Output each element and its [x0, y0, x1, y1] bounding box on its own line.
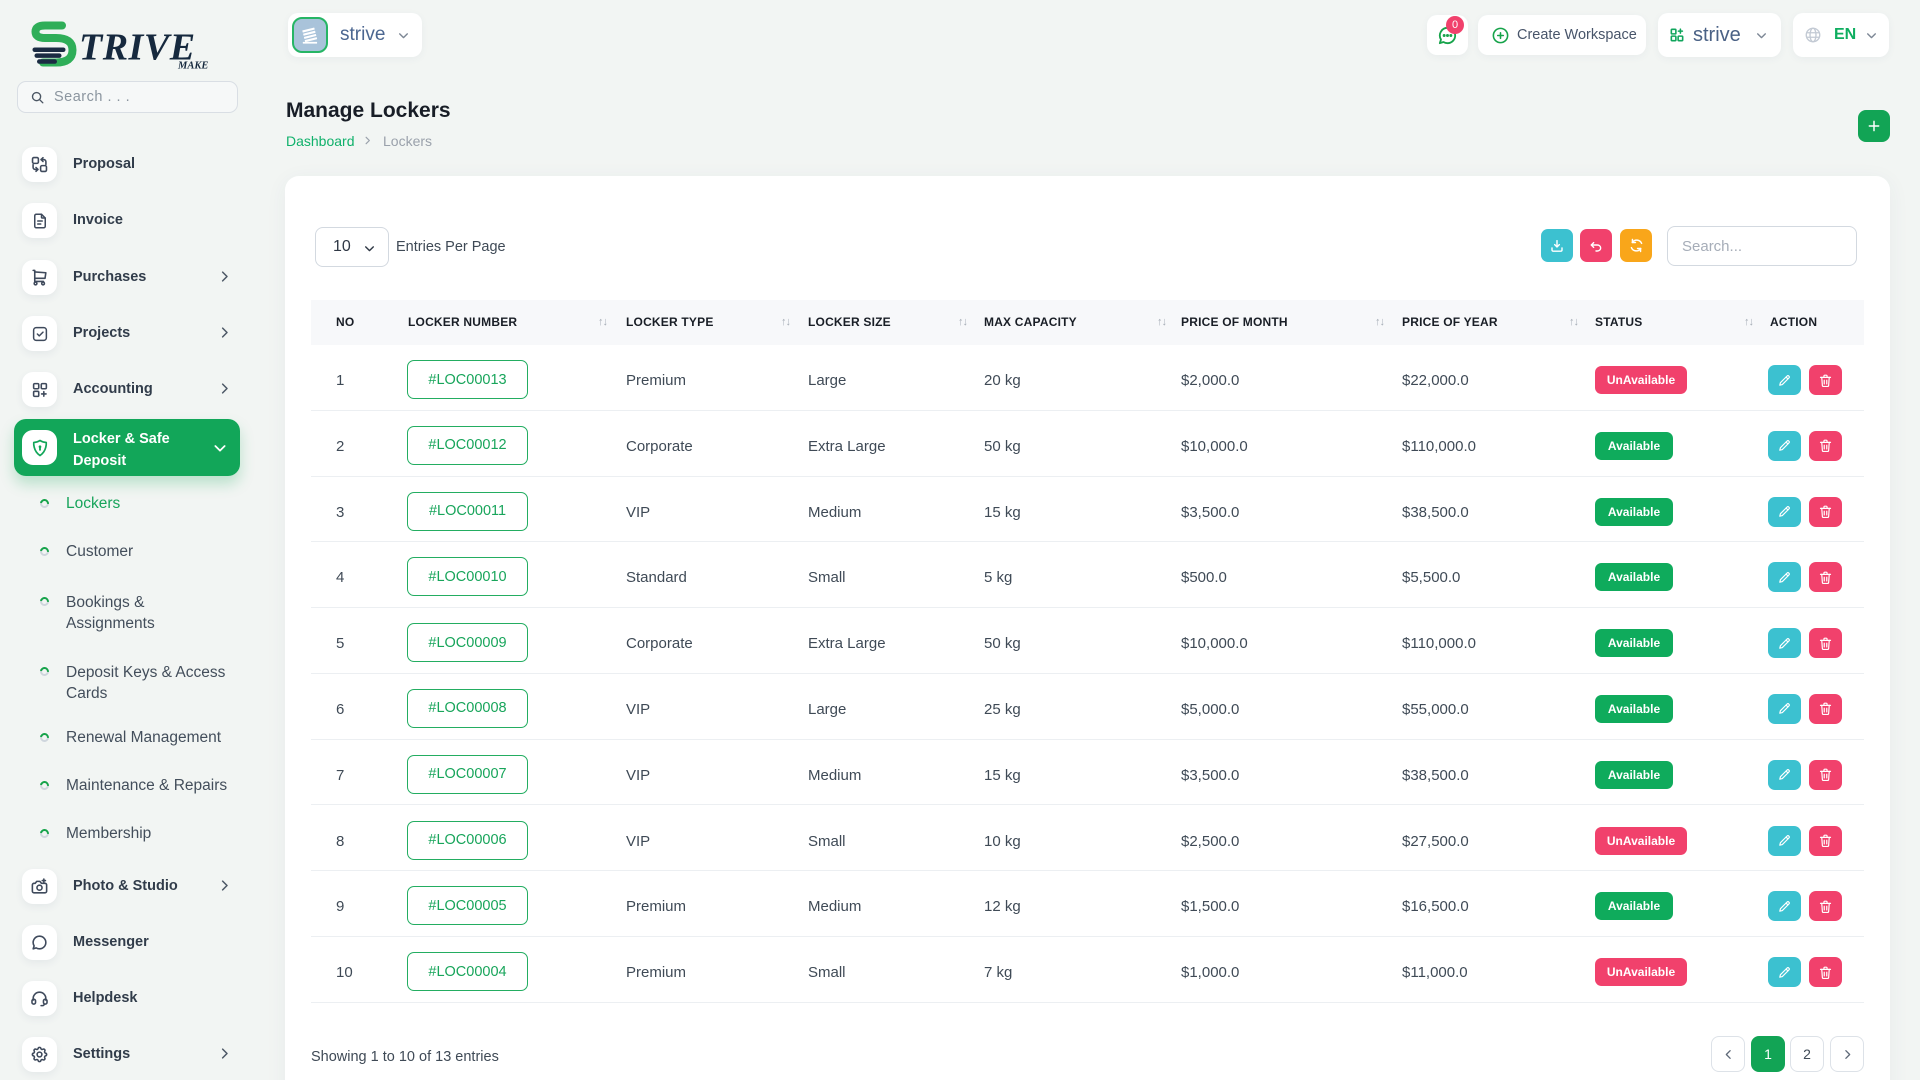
svg-text:MAKE: MAKE	[177, 61, 208, 72]
